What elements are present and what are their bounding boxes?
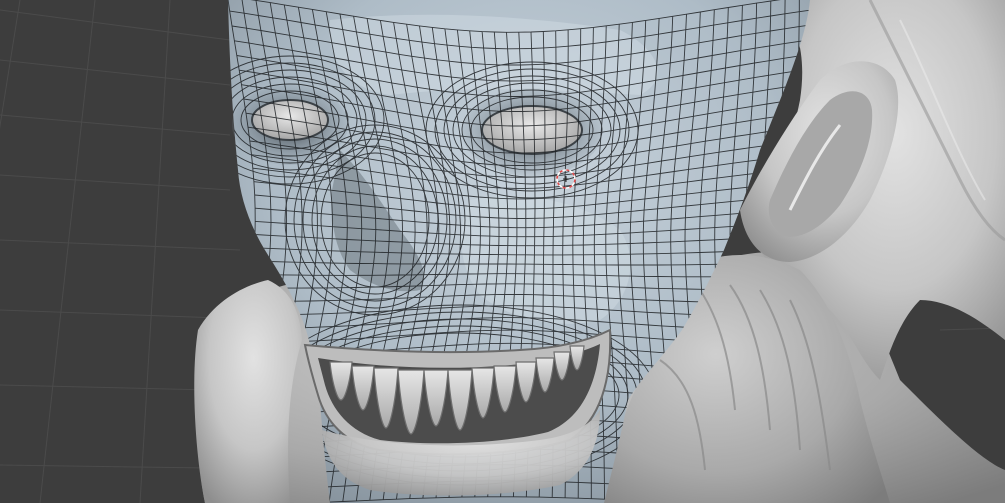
3d-viewport[interactable] xyxy=(0,0,1005,503)
viewport-canvas[interactable] xyxy=(0,0,1005,503)
sculpt-shoulder-left xyxy=(194,280,302,503)
